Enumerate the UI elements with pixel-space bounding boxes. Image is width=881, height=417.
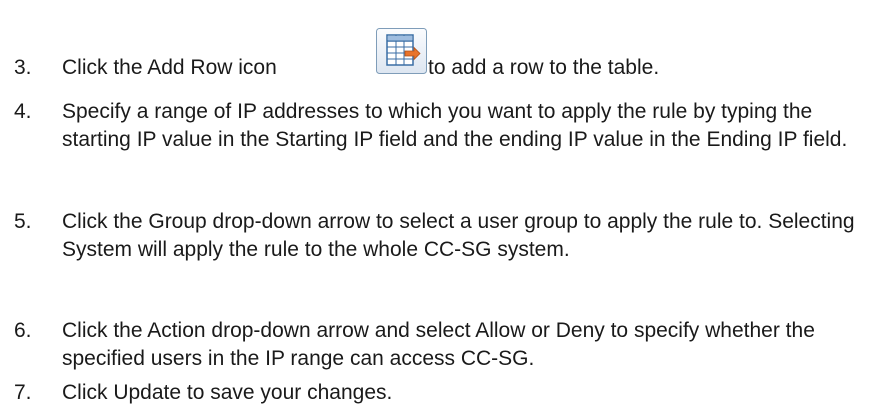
- step-number: 5.: [14, 210, 32, 233]
- step-number: 7.: [14, 381, 32, 404]
- step-number: 4.: [14, 100, 32, 123]
- step-text: Specify a range of IP addresses to which…: [62, 100, 848, 151]
- step-text-after-icon: to add a row to the table.: [428, 56, 660, 79]
- step-text: Click Update to save your changes.: [62, 381, 393, 404]
- step-6: 6. Click the Action drop-down arrow and …: [0, 317, 881, 377]
- step-5: 5. Click the Group drop-down arrow to se…: [0, 208, 881, 298]
- step-text-before-icon: Click the Add Row icon: [62, 56, 277, 79]
- add-row-icon: [376, 28, 427, 74]
- step-number: 6.: [14, 319, 32, 342]
- step-text: Click the Action drop-down arrow and sel…: [62, 319, 815, 370]
- step-7: 7. Click Update to save your changes.: [0, 379, 881, 409]
- step-text: Click the Group drop-down arrow to selec…: [62, 210, 855, 261]
- step-4: 4. Specify a range of IP addresses to wh…: [0, 98, 881, 188]
- step-3: 3. Click the Add Row icon to add a row t…: [0, 28, 881, 79]
- step-number: 3.: [14, 56, 32, 79]
